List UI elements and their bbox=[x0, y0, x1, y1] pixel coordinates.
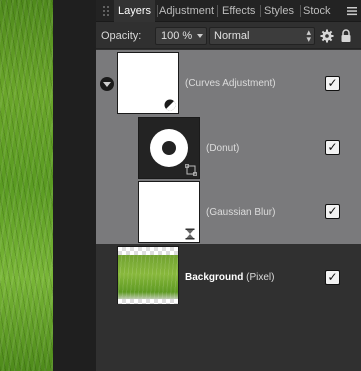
layer-kind-label: (Donut) bbox=[206, 143, 240, 154]
tab-styles[interactable]: Styles bbox=[264, 0, 294, 22]
tab-effects[interactable]: Effects bbox=[222, 0, 255, 22]
transparency-checker bbox=[118, 247, 178, 255]
layer-thumbnail bbox=[138, 117, 200, 179]
blend-mode-value: Normal bbox=[214, 30, 250, 42]
tab-divider bbox=[157, 5, 158, 17]
layer-kind: (Pixel) bbox=[246, 272, 275, 283]
tab-adjustment[interactable]: Adjustment bbox=[159, 0, 214, 22]
layer-list: (Curves Adjustment) ✓ (Donut) ✓ (Gaussia… bbox=[96, 50, 361, 371]
layers-panel: Layers Adjustment Effects Styles Stock O… bbox=[96, 0, 361, 371]
tab-divider bbox=[217, 5, 218, 17]
opacity-label: Opacity: bbox=[101, 30, 142, 42]
opacity-value: 100 % bbox=[161, 30, 193, 42]
layer-list-empty-area bbox=[96, 304, 361, 371]
visibility-checkbox[interactable]: ✓ bbox=[325, 270, 340, 285]
layer-kind-label: (Curves Adjustment) bbox=[185, 78, 276, 89]
layer-row-gaussian-blur[interactable]: (Gaussian Blur) ✓ bbox=[96, 180, 361, 244]
tab-layers[interactable]: Layers bbox=[114, 0, 155, 22]
canvas-pasteboard bbox=[53, 0, 96, 371]
disclosure-triangle-icon[interactable] bbox=[100, 77, 114, 91]
gear-icon[interactable] bbox=[320, 29, 334, 43]
visibility-checkbox[interactable]: ✓ bbox=[325, 76, 340, 91]
layer-thumbnail bbox=[117, 52, 179, 114]
tab-divider bbox=[300, 5, 301, 17]
hourglass-icon bbox=[184, 228, 196, 240]
chevron-down-icon bbox=[197, 34, 203, 38]
hamburger-icon[interactable] bbox=[347, 6, 357, 16]
layer-row-curves[interactable]: (Curves Adjustment) ✓ bbox=[96, 50, 361, 117]
layer-kind-label: (Gaussian Blur) bbox=[206, 207, 276, 218]
panel-tab-bar: Layers Adjustment Effects Styles Stock bbox=[96, 0, 361, 22]
layer-options-bar: Opacity: 100 % Normal ▴ ▾ bbox=[96, 23, 361, 49]
layer-thumbnail bbox=[117, 246, 179, 308]
layer-name: Background bbox=[185, 272, 244, 283]
layer-row-donut[interactable]: (Donut) ✓ bbox=[96, 116, 361, 180]
layer-row-background[interactable]: Background (Pixel) ✓ bbox=[96, 244, 361, 308]
visibility-checkbox[interactable]: ✓ bbox=[325, 140, 340, 155]
lock-icon[interactable] bbox=[340, 29, 352, 43]
tab-divider bbox=[260, 5, 261, 17]
panel-grip-handle[interactable] bbox=[102, 5, 110, 17]
shape-badge-icon bbox=[185, 164, 197, 176]
tab-stock[interactable]: Stock bbox=[303, 0, 331, 22]
document-canvas[interactable] bbox=[0, 0, 96, 371]
visibility-checkbox[interactable]: ✓ bbox=[325, 204, 340, 219]
opacity-field[interactable]: 100 % bbox=[155, 27, 207, 45]
stepper-arrows-icon: ▴ ▾ bbox=[306, 27, 311, 44]
layer-name-label: Background (Pixel) bbox=[185, 272, 274, 283]
canvas-image-grass bbox=[0, 0, 53, 371]
blend-mode-select[interactable]: Normal ▴ ▾ bbox=[209, 27, 315, 45]
layer-thumbnail bbox=[138, 181, 200, 243]
adjustment-badge-icon bbox=[164, 99, 176, 111]
